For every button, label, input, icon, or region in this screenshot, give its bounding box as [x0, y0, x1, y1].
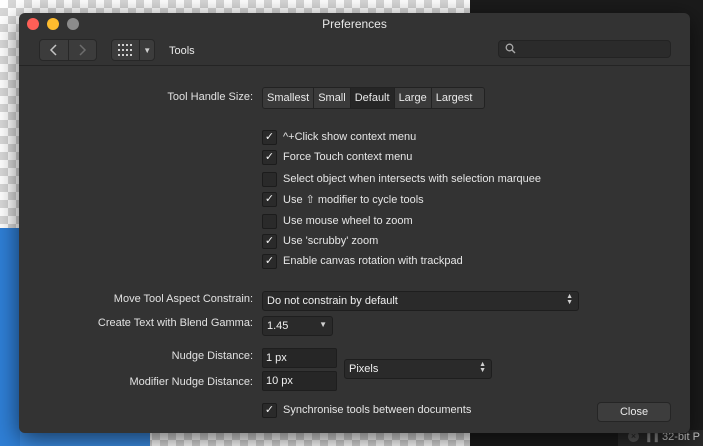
grid-icon — [112, 40, 139, 60]
checkbox-row[interactable]: Use mouse wheel to zoom — [262, 213, 413, 229]
checkbox-label: Enable canvas rotation with trackpad — [283, 255, 463, 267]
back-button[interactable] — [40, 40, 68, 60]
segment-largest[interactable]: Largest — [431, 88, 485, 108]
checkbox-row[interactable]: ✓ Enable canvas rotation with trackpad — [262, 253, 463, 269]
window-title: Preferences — [322, 17, 387, 31]
sync-tools-checkbox[interactable]: ✓ — [262, 402, 277, 418]
toolbar: ▼ Tools — [19, 35, 690, 66]
aspect-constrain-label: Move Tool Aspect Constrain: — [113, 293, 253, 305]
canvas-rotation-checkbox[interactable]: ✓ — [262, 253, 277, 269]
field-value: 10 px — [266, 375, 293, 387]
checkbox-label: Use mouse wheel to zoom — [283, 215, 413, 227]
caret-down-icon[interactable]: ▼ — [139, 40, 154, 60]
close-button[interactable]: Close — [597, 402, 671, 422]
tool-handle-size-segmented: Smallest Small Default Large Largest — [262, 87, 486, 109]
tool-handle-size-label: Tool Handle Size: — [167, 91, 253, 103]
section-title: Tools — [169, 45, 195, 57]
search-icon — [505, 43, 516, 54]
shift-cycle-checkbox[interactable]: ✓ — [262, 191, 277, 207]
chevron-left-icon — [49, 44, 57, 56]
segment-default[interactable]: Default — [350, 88, 395, 108]
select-value: Do not constrain by default — [267, 295, 398, 307]
nudge-distance-field[interactable]: 1 px — [262, 348, 337, 368]
checkbox-label: Use 'scrubby' zoom — [283, 235, 379, 247]
wheel-zoom-checkbox[interactable] — [262, 213, 277, 229]
segment-large[interactable]: Large — [394, 88, 432, 108]
segment-smallest[interactable]: Smallest — [263, 88, 315, 108]
search-input[interactable] — [498, 40, 671, 58]
updown-icon: ▲ ▼ — [479, 361, 486, 374]
units-select[interactable]: Pixels ▲ ▼ — [344, 359, 492, 379]
tools-pane: Tool Handle Size: Smallest Small Default… — [19, 66, 690, 433]
titlebar: Preferences — [19, 13, 690, 35]
checkbox-label: Select object when intersects with selec… — [283, 173, 542, 185]
caret-down-icon: ▼ — [319, 320, 327, 329]
checkbox-row[interactable]: ✓ Force Touch context menu — [262, 149, 412, 165]
modifier-nudge-field[interactable]: 10 px — [262, 371, 337, 391]
checkbox-label: Use ⇧ modifier to cycle tools — [283, 193, 424, 206]
modifier-nudge-label: Modifier Nudge Distance: — [129, 376, 253, 388]
pause-icon: ❚❚ — [645, 432, 661, 442]
select-value: Pixels — [349, 363, 379, 375]
field-value: 1 px — [266, 352, 287, 364]
nav-buttons — [39, 39, 97, 61]
blend-gamma-label: Create Text with Blend Gamma: — [97, 317, 253, 329]
nudge-distance-label: Nudge Distance: — [171, 350, 253, 362]
scrubby-zoom-checkbox[interactable]: ✓ — [262, 233, 277, 249]
select-value: 1.45 — [267, 320, 289, 332]
checkbox-row[interactable]: ✓ Use ⇧ modifier to cycle tools — [262, 191, 424, 207]
chevron-right-icon — [79, 44, 87, 56]
blend-gamma-select[interactable]: 1.45 ▼ — [262, 316, 333, 336]
updown-icon: ▲ ▼ — [566, 293, 573, 306]
preferences-window: Preferences ▼ Tools Tool Handle Size: Sm… — [19, 13, 690, 433]
checkbox-row[interactable]: Select object when intersects with selec… — [262, 171, 541, 187]
checkbox-label: Force Touch context menu — [283, 151, 413, 163]
checkbox-label: ^+Click show context menu — [283, 131, 417, 143]
context-menu-checkbox[interactable]: ✓ — [262, 129, 277, 145]
segment-small[interactable]: Small — [314, 88, 351, 108]
forward-button[interactable] — [69, 40, 97, 60]
canvas-shape — [0, 228, 20, 446]
aspect-constrain-select[interactable]: Do not constrain by default ▲ ▼ — [262, 291, 579, 311]
checkbox-label: Synchronise tools between documents — [283, 404, 472, 416]
checkbox-row[interactable]: ✓ Synchronise tools between documents — [262, 402, 471, 418]
checkbox-row[interactable]: ✓ Use 'scrubby' zoom — [262, 233, 378, 249]
show-all-button[interactable]: ▼ — [111, 39, 155, 61]
checkbox-row[interactable]: ✓ ^+Click show context menu — [262, 129, 416, 145]
force-touch-checkbox[interactable]: ✓ — [262, 149, 277, 165]
marquee-intersect-checkbox[interactable] — [262, 171, 277, 187]
